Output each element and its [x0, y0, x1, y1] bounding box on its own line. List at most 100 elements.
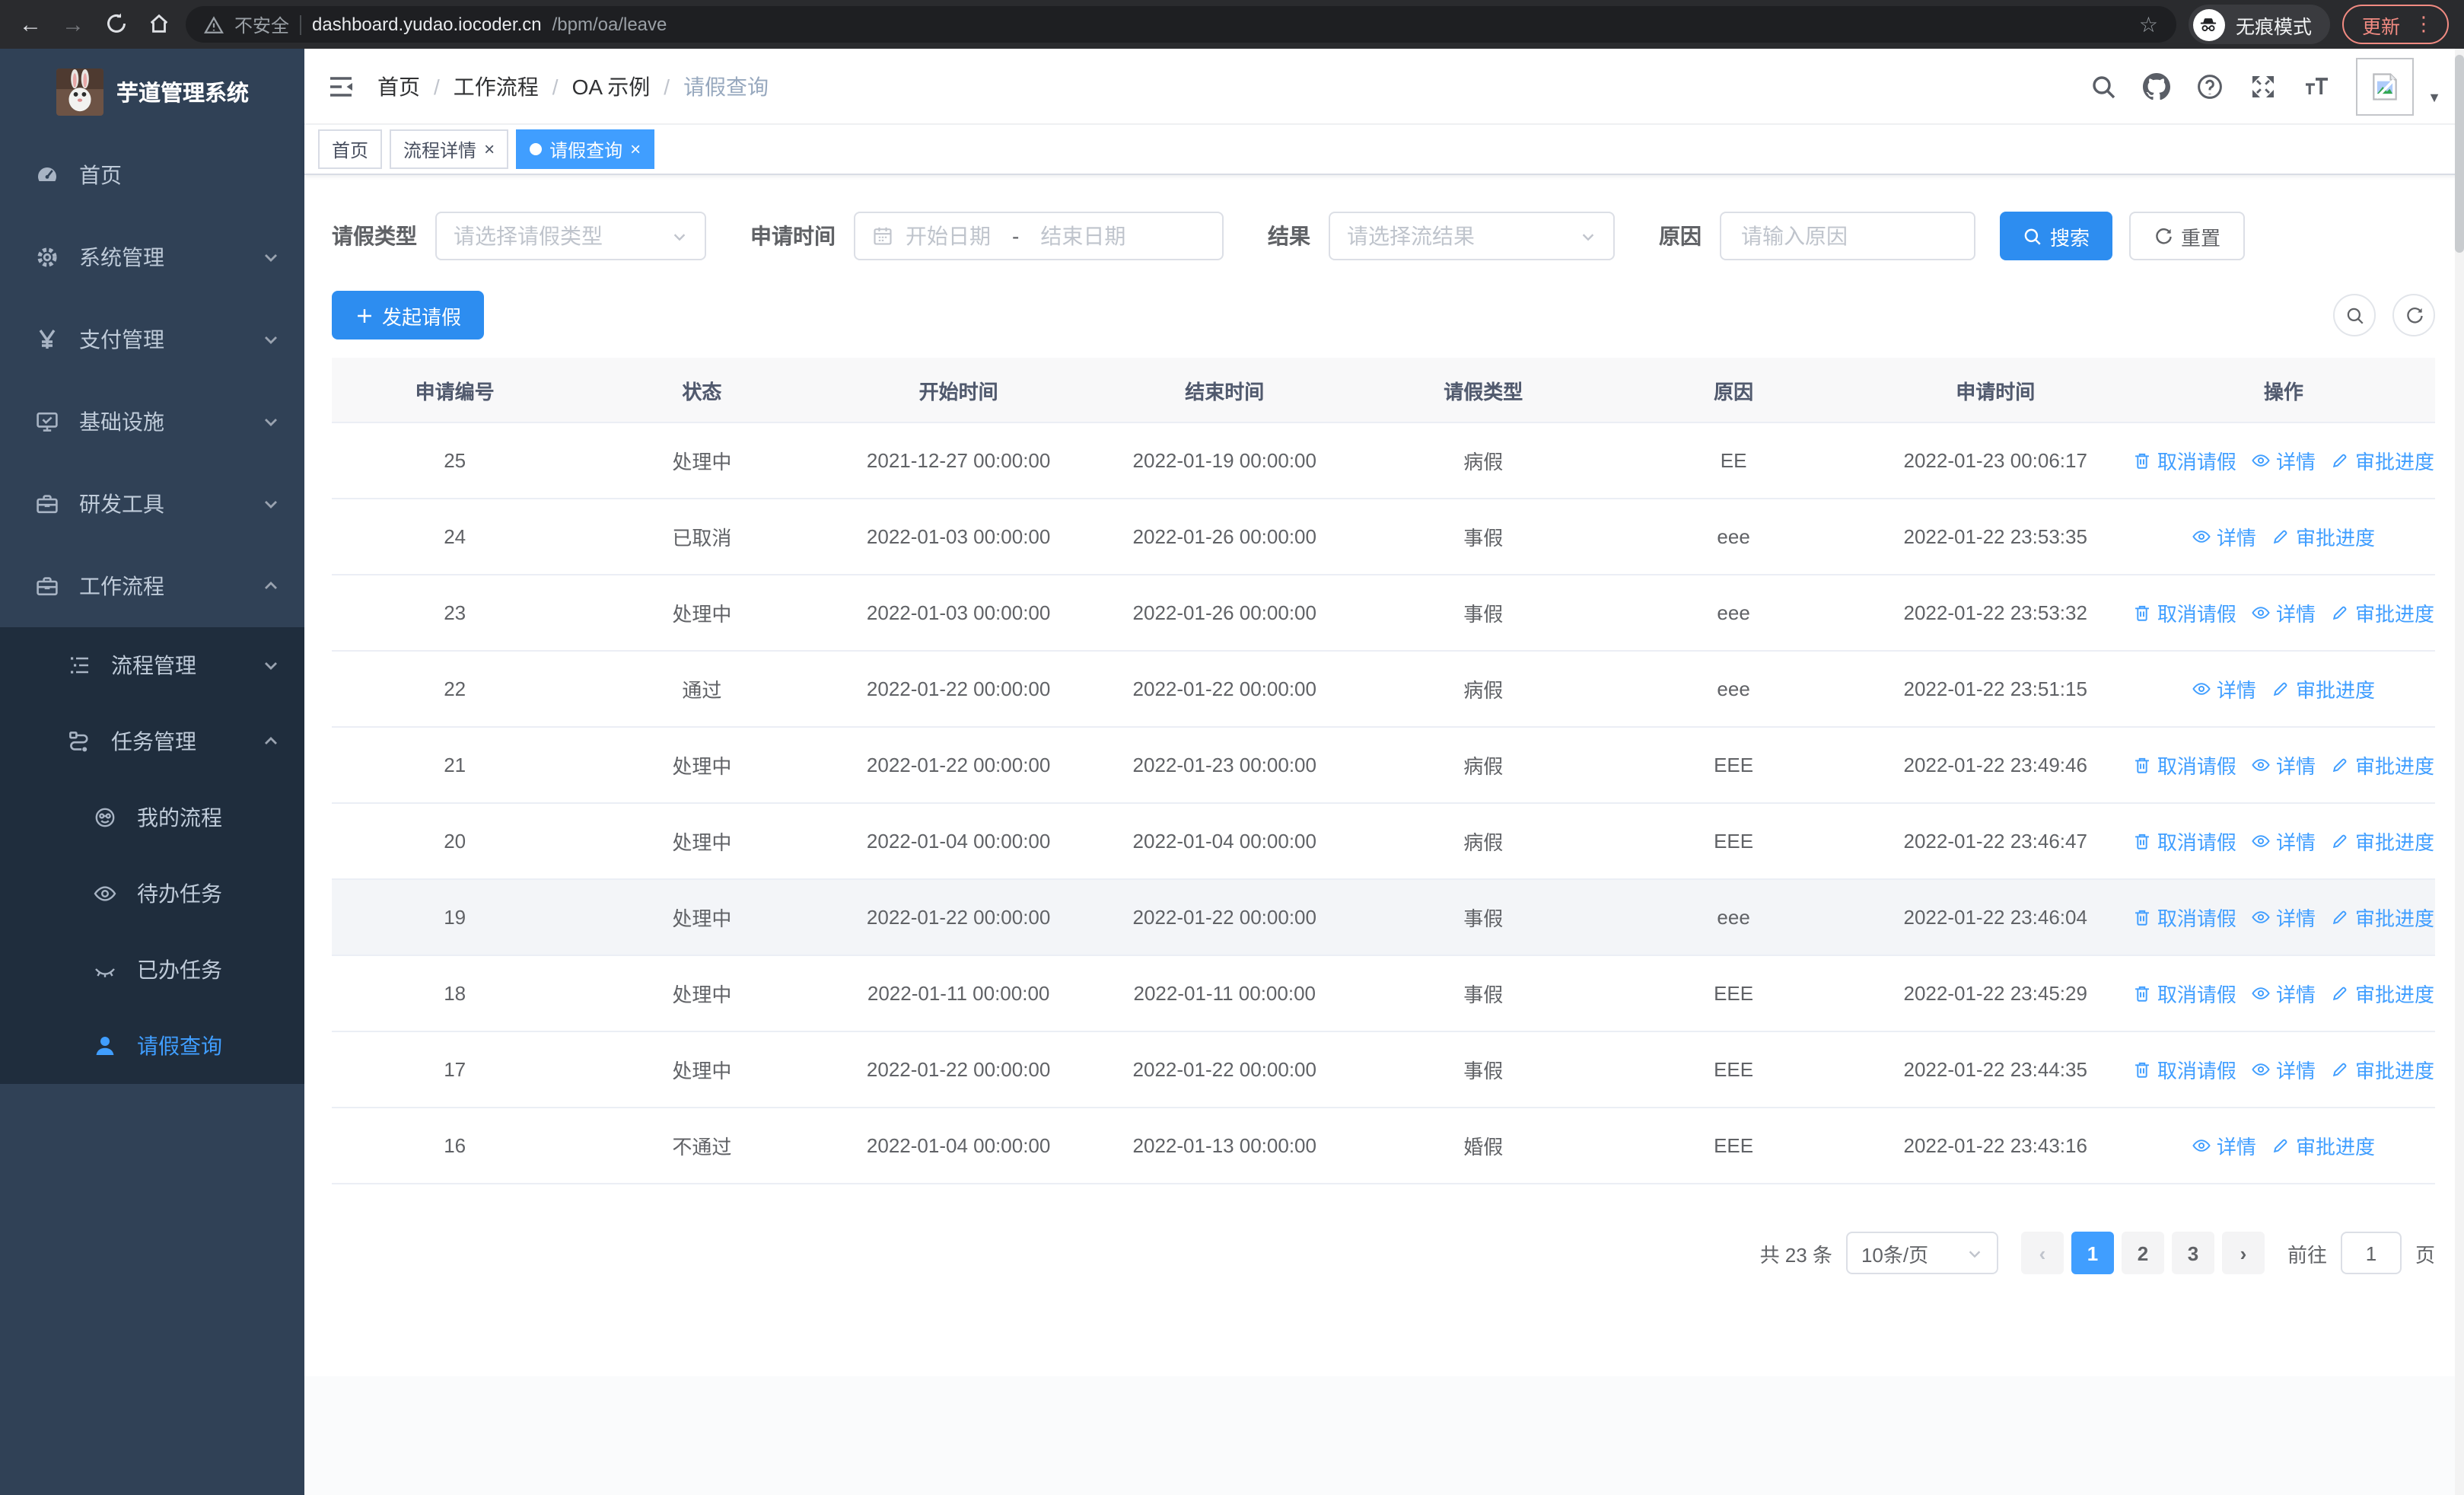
fullscreen-icon[interactable]	[2249, 72, 2277, 100]
sidebar-item-done-tasks[interactable]: 已办任务	[0, 932, 304, 1008]
table-row[interactable]: 18 处理中 2022-01-11 00:00:00 2022-01-11 00:00…	[332, 955, 2435, 1032]
detail-link[interactable]: 详情	[2252, 598, 2316, 627]
reason-input[interactable]	[1738, 222, 1957, 250]
cancel-leave-link[interactable]: 取消请假	[2133, 827, 2236, 856]
detail-link[interactable]: 详情	[2192, 674, 2256, 703]
table-row[interactable]: 20 处理中 2022-01-04 00:00:00 2022-01-04 00:00…	[332, 803, 2435, 880]
table-row[interactable]: 25 处理中 2021-12-27 00:00:00 2022-01-19 00:00…	[332, 422, 2435, 499]
table-row[interactable]: 21 处理中 2022-01-22 00:00:00 2022-01-23 00:00…	[332, 727, 2435, 804]
pen-icon	[2333, 987, 2348, 1001]
cancel-leave-link[interactable]: 取消请假	[2133, 751, 2236, 779]
sidebar-item-todo-tasks[interactable]: 待办任务	[0, 856, 304, 932]
breadcrumb-item[interactable]: OA 示例	[572, 71, 651, 101]
cell-apply-time: 2022-01-22 23:43:16	[1858, 1108, 2132, 1184]
help-icon[interactable]	[2196, 72, 2224, 100]
sidebar-item-infra[interactable]: 基础设施	[0, 381, 304, 463]
cancel-leave-link[interactable]: 取消请假	[2133, 446, 2236, 475]
next-page-button[interactable]: ›	[2221, 1232, 2265, 1274]
close-icon[interactable]: ×	[630, 140, 641, 158]
progress-link[interactable]: 审批进度	[2271, 1131, 2375, 1160]
progress-link[interactable]: 审批进度	[2271, 674, 2375, 703]
cell-end-time: 2022-01-13 00:00:00	[1090, 1108, 1358, 1184]
trash-icon	[2135, 757, 2150, 773]
refresh-table-button[interactable]	[2392, 294, 2435, 336]
apply-time-range-picker[interactable]: 开始日期 - 结束日期	[854, 212, 1224, 260]
sidebar-item-task-mgmt[interactable]: 任务管理	[0, 703, 304, 779]
progress-link[interactable]: 审批进度	[2331, 446, 2434, 475]
browser-home-icon[interactable]	[143, 12, 173, 37]
sidebar-item-payment[interactable]: 支付管理	[0, 298, 304, 381]
sidebar-item-process-mgmt[interactable]: 流程管理	[0, 627, 304, 703]
page-button-3[interactable]: 3	[2171, 1232, 2214, 1274]
create-leave-button[interactable]: 发起请假	[332, 291, 485, 339]
browser-back-icon[interactable]: ←	[15, 13, 46, 36]
col-reason: 原因	[1608, 358, 1859, 423]
close-icon[interactable]: ×	[484, 140, 495, 158]
pen-icon	[2333, 454, 2348, 468]
table-row[interactable]: 23 处理中 2022-01-03 00:00:00 2022-01-26 00:00…	[332, 575, 2435, 652]
search-icon[interactable]	[2090, 72, 2117, 100]
result-select[interactable]: 请选择流结果	[1329, 212, 1615, 260]
page-button-2[interactable]: 2	[2121, 1232, 2164, 1274]
progress-link[interactable]: 审批进度	[2331, 827, 2434, 856]
goto-page-input[interactable]	[2340, 1232, 2402, 1274]
sidebar-collapse-icon[interactable]	[327, 72, 355, 100]
bookmark-star-icon[interactable]: ☆	[2139, 11, 2158, 37]
tab-leave-query[interactable]: 请假查询 ×	[516, 129, 655, 169]
page-button-1[interactable]: 1	[2071, 1232, 2114, 1274]
browser-reload-icon[interactable]	[100, 12, 131, 37]
avatar[interactable]	[2356, 57, 2415, 115]
leave-type-select[interactable]: 请选择请假类型	[435, 212, 706, 260]
cancel-leave-link[interactable]: 取消请假	[2133, 979, 2236, 1008]
cell-reason: EEE	[1608, 955, 1859, 1032]
table-row[interactable]: 17 处理中 2022-01-22 00:00:00 2022-01-22 00:00…	[332, 1031, 2435, 1108]
progress-link[interactable]: 审批进度	[2331, 598, 2434, 627]
detail-link[interactable]: 详情	[2192, 1131, 2256, 1160]
url-bar[interactable]: 不安全 dashboard.yudao.iocoder.cn/bpm/oa/le…	[186, 6, 2176, 43]
progress-link[interactable]: 审批进度	[2331, 979, 2434, 1008]
sidebar-item-system[interactable]: 系统管理	[0, 216, 304, 298]
table-row[interactable]: 22 通过 2022-01-22 00:00:00 2022-01-22 00:00:…	[332, 651, 2435, 728]
table-row[interactable]: 19 处理中 2022-01-22 00:00:00 2022-01-22 00:00…	[332, 879, 2435, 956]
detail-link[interactable]: 详情	[2252, 1055, 2316, 1084]
progress-link[interactable]: 审批进度	[2271, 522, 2375, 551]
table-row[interactable]: 16 不通过 2022-01-04 00:00:00 2022-01-13 00:00…	[332, 1108, 2435, 1184]
browser-forward-icon[interactable]: →	[58, 13, 88, 36]
detail-link[interactable]: 详情	[2252, 903, 2316, 932]
progress-link[interactable]: 审批进度	[2331, 1055, 2434, 1084]
browser-menu-icon[interactable]: ⋮	[2414, 12, 2434, 37]
sidebar-item-home[interactable]: 首页	[0, 134, 304, 216]
sidebar-item-my-process[interactable]: 我的流程	[0, 779, 304, 856]
tab-process-detail[interactable]: 流程详情 ×	[390, 129, 509, 169]
progress-link[interactable]: 审批进度	[2331, 751, 2434, 779]
detail-link[interactable]: 详情	[2252, 446, 2316, 475]
breadcrumb-item[interactable]: 工作流程	[454, 71, 539, 101]
detail-link[interactable]: 详情	[2252, 979, 2316, 1008]
detail-link[interactable]: 详情	[2252, 827, 2316, 856]
cancel-leave-link[interactable]: 取消请假	[2133, 1055, 2236, 1084]
toggle-search-button[interactable]	[2333, 294, 2376, 336]
cancel-leave-link[interactable]: 取消请假	[2133, 903, 2236, 932]
breadcrumb-item[interactable]: 首页	[377, 71, 420, 101]
sidebar-item-leave-query[interactable]: 请假查询	[0, 1008, 304, 1084]
page-size-select[interactable]: 10条/页	[1845, 1232, 1998, 1274]
active-tab-dot	[530, 143, 543, 155]
table-row[interactable]: 24 已取消 2022-01-03 00:00:00 2022-01-26 00:00…	[332, 499, 2435, 575]
cancel-leave-link[interactable]: 取消请假	[2133, 598, 2236, 627]
eye-icon	[2252, 835, 2271, 847]
detail-link[interactable]: 详情	[2252, 751, 2316, 779]
scrollbar-thumb[interactable]	[2455, 55, 2464, 253]
sidebar-item-workflow[interactable]: 工作流程	[0, 545, 304, 627]
reset-button[interactable]: 重置	[2129, 212, 2246, 260]
progress-link[interactable]: 审批进度	[2331, 903, 2434, 932]
browser-update-pill[interactable]: 更新 ⋮	[2341, 5, 2449, 44]
github-icon[interactable]	[2143, 72, 2171, 100]
caret-down-icon[interactable]: ▼	[2427, 68, 2441, 104]
prev-page-button[interactable]: ‹	[2020, 1232, 2064, 1274]
font-size-icon[interactable]	[2303, 72, 2330, 100]
scrollbar[interactable]	[2455, 49, 2464, 1495]
search-button[interactable]: 搜索	[2000, 212, 2113, 260]
detail-link[interactable]: 详情	[2192, 522, 2256, 551]
tab-home[interactable]: 首页	[318, 129, 383, 169]
sidebar-item-devtools[interactable]: 研发工具	[0, 463, 304, 545]
